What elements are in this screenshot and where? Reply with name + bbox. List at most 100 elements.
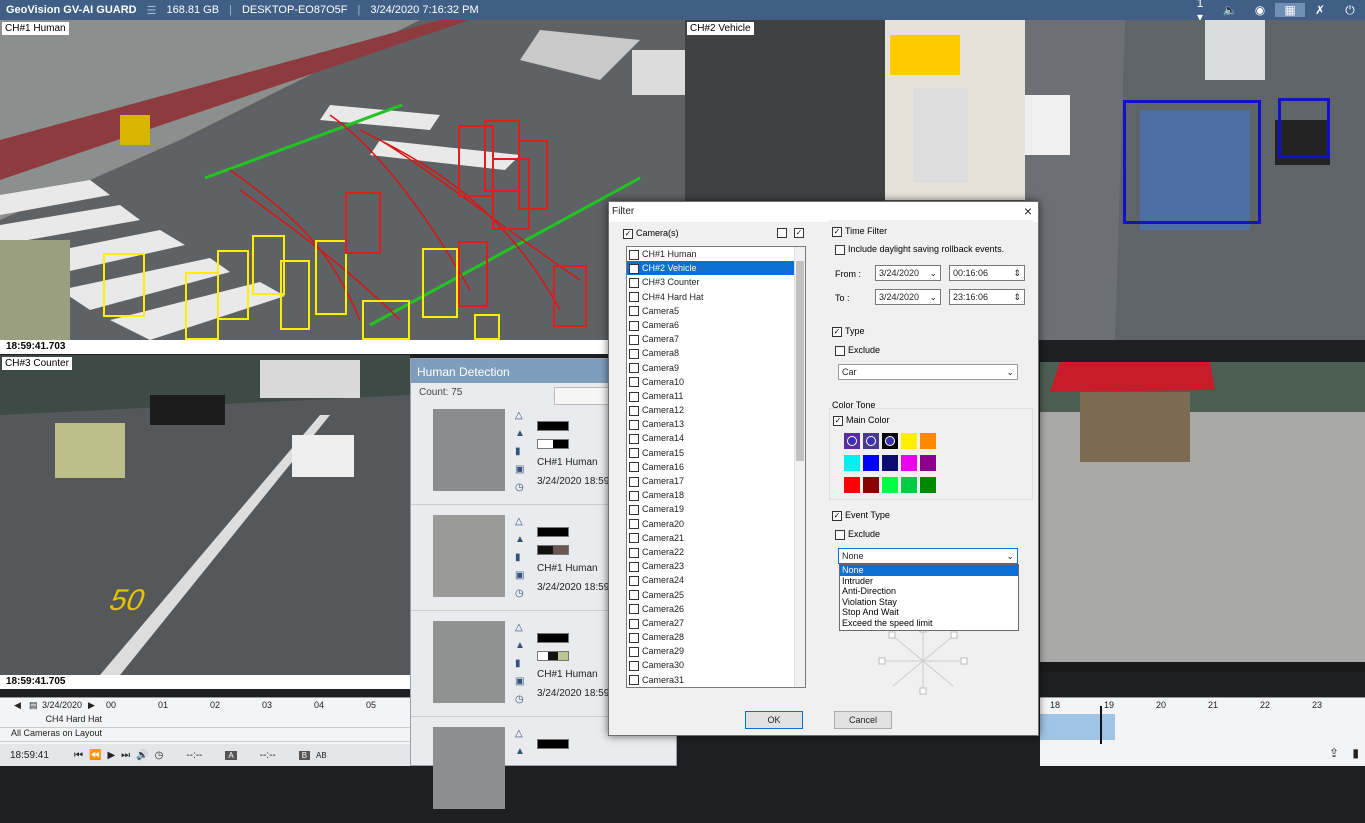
camera-list-item[interactable]: Camera7 xyxy=(627,332,805,346)
camera-list-item[interactable]: Camera15 xyxy=(627,446,805,460)
checkbox[interactable] xyxy=(629,278,639,288)
camera-list-item[interactable]: Camera17 xyxy=(627,474,805,488)
checkbox[interactable] xyxy=(629,618,639,629)
camera-list-item[interactable]: Camera23 xyxy=(627,559,805,573)
mark-b-button[interactable]: B xyxy=(298,750,311,760)
bookmark-icon[interactable]: ▮ xyxy=(1352,746,1359,760)
close-icon[interactable]: × xyxy=(1024,203,1032,219)
checkbox[interactable] xyxy=(629,348,639,359)
checkbox[interactable] xyxy=(629,590,639,601)
event-type-checkbox[interactable]: ✓ Event Type xyxy=(832,510,890,521)
checkbox[interactable] xyxy=(629,675,639,686)
cameras-checkbox[interactable]: ✓ Camera(s) xyxy=(623,228,679,239)
calendar-icon[interactable]: ▤ xyxy=(29,700,38,711)
to-time[interactable]: 23:16:06 ⇕ xyxy=(949,289,1025,305)
color-swatch[interactable] xyxy=(901,477,917,493)
spinner-icon[interactable]: ⇕ xyxy=(1013,292,1021,303)
color-swatch[interactable] xyxy=(844,433,860,449)
camera-view-1[interactable]: CH#1 Human xyxy=(0,20,685,340)
checkbox[interactable] xyxy=(629,462,639,473)
from-date[interactable]: 3/24/2020 ⌄ xyxy=(875,265,941,281)
checkbox[interactable] xyxy=(629,575,639,586)
ok-button[interactable]: OK xyxy=(745,711,803,729)
camera-list-item[interactable]: Camera14 xyxy=(627,431,805,445)
checkbox[interactable] xyxy=(629,561,639,572)
timeline-track[interactable]: CH4 Hard Hat xyxy=(0,714,410,728)
type-select[interactable]: Car ⌄ xyxy=(838,364,1018,380)
camera-list-item[interactable]: Camera12 xyxy=(627,403,805,417)
playhead-marker[interactable] xyxy=(1100,706,1102,744)
step-back-icon[interactable]: ⏪ xyxy=(89,750,101,761)
checkbox[interactable] xyxy=(629,547,639,558)
event-type-select[interactable]: None ⌄ xyxy=(838,548,1018,564)
cancel-button[interactable]: Cancel xyxy=(834,711,892,729)
checkbox[interactable] xyxy=(629,334,639,345)
color-swatch[interactable] xyxy=(863,433,879,449)
checkbox[interactable] xyxy=(629,490,639,501)
ab-repeat-button[interactable]: AB xyxy=(316,751,327,760)
camera-list-item[interactable]: Camera13 xyxy=(627,417,805,431)
camera-list-item[interactable]: Camera27 xyxy=(627,616,805,630)
power-icon[interactable]: ⏻ xyxy=(1335,3,1365,18)
camera-list-item[interactable]: Camera31 xyxy=(627,673,805,687)
play-icon[interactable]: ▶ xyxy=(107,750,115,761)
camera-list-item[interactable]: ✓ CH#2 Vehicle xyxy=(627,261,805,276)
select-all-icon[interactable]: ✓ xyxy=(794,228,804,238)
camera-list-item[interactable]: Camera19 xyxy=(627,502,805,516)
mark-a-button[interactable]: A xyxy=(225,750,237,760)
color-swatch[interactable] xyxy=(882,455,898,471)
save-icon[interactable]: ▦ xyxy=(1275,3,1305,17)
dropdown-option[interactable]: Stop And Wait xyxy=(840,607,1018,618)
camera-list-item[interactable]: Camera26 xyxy=(627,602,805,616)
dropdown-option[interactable]: Anti-Direction xyxy=(840,586,1018,597)
checkbox[interactable] xyxy=(629,661,639,672)
checkbox[interactable] xyxy=(629,632,639,643)
checkbox[interactable] xyxy=(629,306,639,317)
dropdown-option[interactable]: Violation Stay xyxy=(840,597,1018,608)
to-date[interactable]: 3/24/2020 ⌄ xyxy=(875,289,941,305)
tools-icon[interactable]: ✗ xyxy=(1305,3,1335,17)
volume-icon[interactable]: 🔈 xyxy=(1215,3,1245,17)
camera-list-item[interactable]: Camera21 xyxy=(627,531,805,545)
checkbox[interactable] xyxy=(629,646,639,657)
volume-icon[interactable]: 🔊 xyxy=(136,750,148,761)
timeline-track[interactable]: All Cameras on Layout xyxy=(0,728,410,742)
camera-list-item[interactable]: Camera9 xyxy=(627,361,805,375)
daylight-checkbox[interactable]: Include daylight saving rollback events. xyxy=(835,244,1004,255)
color-swatch[interactable] xyxy=(844,477,860,493)
camera-list-item[interactable]: Camera29 xyxy=(627,644,805,658)
color-swatch[interactable] xyxy=(882,477,898,493)
camera-list-item[interactable]: Camera20 xyxy=(627,517,805,531)
camera-list-item[interactable]: Camera25 xyxy=(627,588,805,602)
checkbox[interactable] xyxy=(629,533,639,544)
camera-list-item[interactable]: Camera16 xyxy=(627,460,805,474)
checkbox[interactable] xyxy=(629,391,639,402)
time-filter-checkbox[interactable]: ✓ Time Filter xyxy=(832,226,887,237)
color-swatch[interactable] xyxy=(920,455,936,471)
scrollbar-thumb[interactable] xyxy=(796,261,804,461)
checkbox[interactable] xyxy=(629,519,639,530)
checkbox[interactable] xyxy=(629,377,639,388)
checkbox[interactable] xyxy=(629,476,639,487)
color-swatch[interactable] xyxy=(863,477,879,493)
color-swatch[interactable] xyxy=(882,433,898,449)
camera-view-3[interactable]: 50 CH#3 Counter xyxy=(0,355,410,675)
checkbox[interactable] xyxy=(629,604,639,615)
camera-list-item[interactable]: CH#3 Counter xyxy=(627,275,805,289)
camera-list[interactable]: CH#1 Human ✓ CH#2 Vehicle CH#3 Counter CH#4 … xyxy=(626,246,806,688)
camera-list-item[interactable]: Camera24 xyxy=(627,573,805,587)
spinner-icon[interactable]: ⇕ xyxy=(1013,268,1021,279)
checkbox[interactable]: ✓ xyxy=(629,263,639,274)
prev-day-icon[interactable]: ◀ xyxy=(14,700,21,711)
checkbox[interactable] xyxy=(629,249,639,260)
color-swatch[interactable] xyxy=(920,433,936,449)
speed-icon[interactable]: ◷ xyxy=(155,750,164,761)
camera-list-item[interactable]: Camera11 xyxy=(627,389,805,403)
camera-list-item[interactable]: Camera10 xyxy=(627,375,805,389)
checkbox[interactable] xyxy=(629,363,639,374)
camera-list-item[interactable]: Camera30 xyxy=(627,658,805,672)
main-color-checkbox[interactable]: ✓ Main Color xyxy=(833,415,890,426)
eye-icon[interactable]: ◉ xyxy=(1245,3,1275,17)
checkbox[interactable] xyxy=(629,419,639,430)
from-time[interactable]: 00:16:06 ⇕ xyxy=(949,265,1025,281)
